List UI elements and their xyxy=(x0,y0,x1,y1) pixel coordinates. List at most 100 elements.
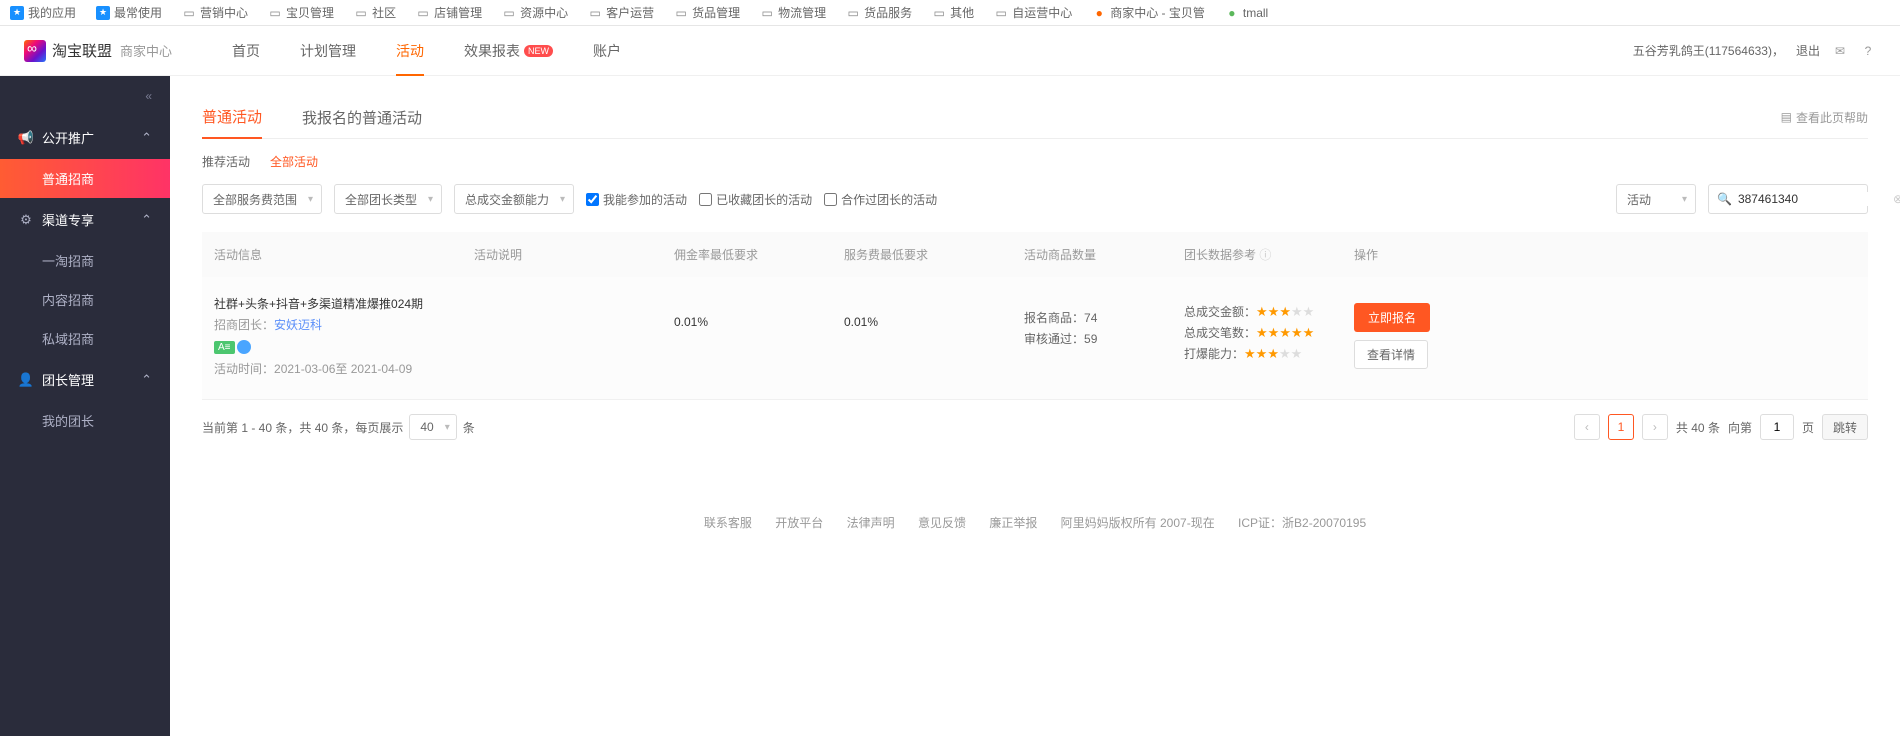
stars-boom: ★★★★★ xyxy=(1244,347,1302,361)
folder-icon: ▭ xyxy=(588,6,602,20)
bookmark-item[interactable]: ▭货品管理 xyxy=(674,4,740,21)
bookmark-item[interactable]: ▭资源中心 xyxy=(502,4,568,21)
user-icon: 👤 xyxy=(18,372,34,388)
user-name[interactable]: 五谷芳乳鸽王(117564633)， xyxy=(1633,42,1784,59)
taobao-icon: ● xyxy=(1092,6,1106,20)
th-service: 服务费最低要求 xyxy=(844,246,1024,263)
footer-icp: ICP证：浙B2-20070195 xyxy=(1238,516,1366,530)
logo-icon xyxy=(24,40,46,62)
sidebar-item-etao[interactable]: 一淘招商 xyxy=(0,241,170,280)
search-input[interactable] xyxy=(1738,192,1893,206)
page-input[interactable] xyxy=(1760,414,1794,440)
filter-type-select[interactable]: 活动▾ xyxy=(1616,184,1696,214)
tab-my[interactable]: 我报名的普通活动 xyxy=(302,97,422,138)
bookmark-item[interactable]: ▭营销中心 xyxy=(182,4,248,21)
footer-link[interactable]: 意见反馈 xyxy=(918,516,966,530)
detail-button[interactable]: 查看详情 xyxy=(1354,340,1428,369)
nav-home[interactable]: 首页 xyxy=(212,26,280,76)
nav-account[interactable]: 账户 xyxy=(573,26,641,76)
sidebar-item-content[interactable]: 内容招商 xyxy=(0,280,170,319)
cell-qty: 报名商品：74 审核通过：59 xyxy=(1024,295,1184,351)
badge-medal-icon xyxy=(237,340,251,354)
activity-title[interactable]: 社群+头条+抖音+多渠道精准爆推024期 xyxy=(214,295,474,312)
sidebar-collapse[interactable]: « xyxy=(0,76,170,116)
footer-link[interactable]: 廉正举报 xyxy=(989,516,1037,530)
filter-fee-range[interactable]: 全部服务费范围▾ xyxy=(202,184,322,214)
jump-button[interactable]: 跳转 xyxy=(1822,414,1868,440)
check-canjoin[interactable]: 我能参加的活动 xyxy=(586,191,687,208)
nav-activity[interactable]: 活动 xyxy=(376,26,444,76)
pagination: 当前第 1 - 40 条，共 40 条，每页展示 40▾ 条 ‹ 1 › 共 4… xyxy=(202,400,1868,454)
tab-normal[interactable]: 普通活动 xyxy=(202,96,262,139)
leader-info: 招商团长：安妖迈科 xyxy=(214,316,474,333)
page-help-link[interactable]: ▤查看此页帮助 xyxy=(1781,109,1868,126)
search-box[interactable]: 🔍 ⊗ xyxy=(1708,184,1868,214)
sidebar-group-channel[interactable]: ⚙ 渠道专享 ⌃ xyxy=(0,198,170,241)
check-cooperated[interactable]: 合作过团长的活动 xyxy=(824,191,937,208)
new-badge: NEW xyxy=(524,45,553,57)
megaphone-icon: 📢 xyxy=(18,130,34,146)
sidebar-group-public[interactable]: 📢 公开推广 ⌃ xyxy=(0,116,170,159)
footer-link[interactable]: 法律声明 xyxy=(847,516,895,530)
badge-verified: A≡ xyxy=(214,341,235,354)
cell-commission: 0.01% xyxy=(674,295,844,329)
sidebar-item-recruit[interactable]: 普通招商 xyxy=(0,159,170,198)
clear-icon[interactable]: ⊗ xyxy=(1893,192,1900,206)
bookmark-item[interactable]: ●商家中心 - 宝贝管 xyxy=(1092,4,1205,21)
bookmark-item[interactable]: ★最常使用 xyxy=(96,4,162,21)
sidebar-item-myleader[interactable]: 我的团长 xyxy=(0,401,170,440)
chevron-down-icon: ▾ xyxy=(308,194,313,205)
sidebar-group-leader[interactable]: 👤 团长管理 ⌃ xyxy=(0,358,170,401)
filter-gmv[interactable]: 总成交金额能力▾ xyxy=(454,184,574,214)
bookmark-item[interactable]: ▭自运营中心 xyxy=(994,4,1072,21)
leader-link[interactable]: 安妖迈科 xyxy=(274,318,322,332)
subtab-all[interactable]: 全部活动 xyxy=(270,153,318,170)
filter-row: 全部服务费范围▾ 全部团长类型▾ 总成交金额能力▾ 我能参加的活动 已收藏团长的… xyxy=(202,184,1868,214)
bookmark-bar: ★我的应用 ★最常使用 ▭营销中心 ▭宝贝管理 ▭社区 ▭店铺管理 ▭资源中心 … xyxy=(0,0,1900,26)
doc-icon: ▤ xyxy=(1781,110,1792,124)
page-size-select[interactable]: 40▾ xyxy=(409,414,456,440)
sidebar-item-private[interactable]: 私域招商 xyxy=(0,319,170,358)
logo[interactable]: 淘宝联盟 商家中心 xyxy=(24,40,172,62)
nav-plans[interactable]: 计划管理 xyxy=(280,26,376,76)
chevron-down-icon: ▾ xyxy=(560,194,565,205)
logout-link[interactable]: 退出 xyxy=(1796,42,1820,59)
tmall-icon: ● xyxy=(1225,6,1239,20)
folder-icon: ▭ xyxy=(674,6,688,20)
info-icon[interactable]: ⓘ xyxy=(1259,248,1271,262)
bookmark-item[interactable]: ▭店铺管理 xyxy=(416,4,482,21)
th-qty: 活动商品数量 xyxy=(1024,246,1184,263)
bookmark-item[interactable]: ▭其他 xyxy=(932,4,974,21)
prev-page-button[interactable]: ‹ xyxy=(1574,414,1600,440)
bookmark-item[interactable]: ▭宝贝管理 xyxy=(268,4,334,21)
table-header: 活动信息 活动说明 佣金率最低要求 服务费最低要求 活动商品数量 团长数据参考 … xyxy=(202,232,1868,277)
bookmark-item[interactable]: ▭货品服务 xyxy=(846,4,912,21)
subtab-recommend[interactable]: 推荐活动 xyxy=(202,153,250,170)
signup-button[interactable]: 立即报名 xyxy=(1354,303,1430,332)
next-page-button[interactable]: › xyxy=(1642,414,1668,440)
help-icon[interactable]: ? xyxy=(1860,43,1876,59)
folder-icon: ▭ xyxy=(846,6,860,20)
sidebar: « 📢 公开推广 ⌃ 普通招商 ⚙ 渠道专享 ⌃ 一淘招商 内容招商 私域招商 … xyxy=(0,76,170,736)
tabs: 普通活动 我报名的普通活动 ▤查看此页帮助 xyxy=(202,96,1868,139)
th-leader-data: 团长数据参考 ⓘ xyxy=(1184,246,1354,263)
footer-link[interactable]: 开放平台 xyxy=(775,516,823,530)
bookmark-item[interactable]: ●tmall xyxy=(1225,6,1268,20)
main-content: 普通活动 我报名的普通活动 ▤查看此页帮助 推荐活动 全部活动 全部服务费范围▾… xyxy=(170,76,1900,736)
bookmark-item[interactable]: ▭社区 xyxy=(354,4,396,21)
chevron-up-icon: ⌃ xyxy=(141,130,152,146)
bookmark-item[interactable]: ★我的应用 xyxy=(10,4,76,21)
app-icon: ★ xyxy=(96,6,110,20)
page-1-button[interactable]: 1 xyxy=(1608,414,1634,440)
table-row: 社群+头条+抖音+多渠道精准爆推024期 招商团长：安妖迈科 A≡ 活动时间：2… xyxy=(202,277,1868,400)
bookmark-item[interactable]: ▭客户运营 xyxy=(588,4,654,21)
chevron-down-icon: ▾ xyxy=(445,422,450,433)
th-op: 操作 xyxy=(1354,246,1856,263)
filter-leader-type[interactable]: 全部团长类型▾ xyxy=(334,184,442,214)
nav-report[interactable]: 效果报表NEW xyxy=(444,26,573,76)
check-favorite[interactable]: 已收藏团长的活动 xyxy=(699,191,812,208)
footer-copyright: 阿里妈妈版权所有 2007-现在 xyxy=(1061,516,1215,530)
mail-icon[interactable]: ✉ xyxy=(1832,43,1848,59)
footer-link[interactable]: 联系客服 xyxy=(704,516,752,530)
bookmark-item[interactable]: ▭物流管理 xyxy=(760,4,826,21)
